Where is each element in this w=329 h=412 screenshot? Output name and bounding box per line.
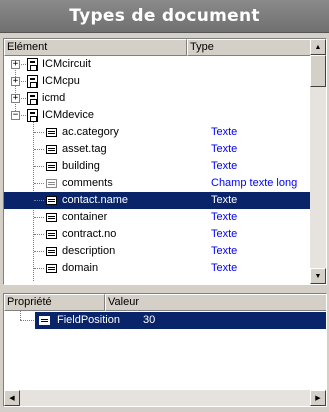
column-header-property[interactable]: Propriété [4,294,105,311]
property-row-selected[interactable]: FieldPosition 30 [35,312,326,329]
tree-connector-line [34,251,44,252]
tree-node-label: icmd [42,92,66,104]
field-type: Champ texte long [211,177,298,189]
field-type: Texte [211,194,238,206]
field-name: contact.name [62,194,129,206]
field-type: Texte [211,228,238,240]
expand-toggle[interactable]: + [11,94,20,103]
document-type-icon [27,75,38,88]
tree-node-label: ICMcpu [42,75,80,87]
field-name: domain [62,262,99,274]
field-type: Texte [211,211,238,223]
tree-node-icmd[interactable]: + icmd [4,90,310,107]
tree-connector-line [34,132,44,133]
property-value: 30 [143,314,156,326]
field-icon [46,128,57,137]
field-icon [46,196,57,205]
scroll-up-button[interactable]: ▲ [310,39,326,55]
tree-vertical-scrollbar[interactable]: ▲ ▼ [310,39,326,284]
tree-connector-line [20,320,34,321]
tree-connector-line [34,268,44,269]
field-name: container [62,211,108,223]
field-type: Texte [211,143,238,155]
document-type-icon [27,92,38,105]
window-title: Types de document [69,6,260,26]
tree-connector-line [21,115,26,116]
field-type: Texte [211,126,238,138]
tree-field-row-selected[interactable]: contact.name Texte [4,192,310,209]
field-name: asset.tag [62,143,107,155]
expand-toggle[interactable]: + [11,60,20,69]
properties-horizontal-scrollbar[interactable]: ◀ ▶ [4,390,326,406]
tree-connector-line [21,98,26,99]
properties-panel[interactable]: Propriété Valeur FieldPosition 30 ◀ ▶ [3,293,327,407]
field-type: Texte [211,262,238,274]
document-type-tree[interactable]: Elément Type + ICMcircuit + ICMcpu + icm… [3,38,327,285]
field-name: ac.category [62,126,119,138]
tree-field-row[interactable]: description Texte [4,243,310,260]
expand-toggle[interactable]: + [11,77,20,86]
tree-field-row[interactable]: domain Texte [4,260,310,277]
tree-field-row[interactable]: container Texte [4,209,310,226]
tree-node-icmdevice[interactable]: − ICMdevice [4,107,310,124]
tree-field-row[interactable]: building Texte [4,158,310,175]
tree-connector-line [20,311,21,320]
field-name: building [62,160,100,172]
document-type-icon [27,58,38,71]
field-name: comments [62,177,113,189]
tree-field-row[interactable]: contract.no Texte [4,226,310,243]
tree-field-row[interactable]: comments Champ texte long [4,175,310,192]
tree-connector-line [34,149,44,150]
tree-connector-line [34,234,44,235]
document-type-icon [27,109,38,122]
field-icon [46,230,57,239]
scroll-down-button[interactable]: ▼ [310,268,326,284]
tree-node-icmcircuit[interactable]: + ICMcircuit [4,56,310,73]
long-text-field-icon [46,179,57,188]
tree-field-row[interactable]: ac.category Texte [4,124,310,141]
tree-node-icmcpu[interactable]: + ICMcpu [4,73,310,90]
field-icon [46,264,57,273]
field-icon [46,213,57,222]
field-icon [46,162,57,171]
field-type: Texte [211,245,238,257]
tree-connector-line [21,64,26,65]
tree-connector-line [21,81,26,82]
column-header-value[interactable]: Valeur [105,294,326,311]
column-header-element[interactable]: Elément [4,39,187,56]
field-name: description [62,245,116,257]
tree-node-label: ICMdevice [42,109,94,121]
tree-connector-line [34,217,44,218]
tree-connector-line [34,183,44,184]
tree-field-row[interactable]: asset.tag Texte [4,141,310,158]
field-icon [46,145,57,154]
tree-node-label: ICMcircuit [42,58,91,70]
field-icon [39,316,50,325]
field-icon [46,247,57,256]
window-title-bar: Types de document [0,0,329,33]
column-header-type[interactable]: Type [187,39,311,56]
scroll-right-button[interactable]: ▶ [310,390,326,406]
scroll-left-button[interactable]: ◀ [4,390,20,406]
collapse-toggle[interactable]: − [11,111,20,120]
scroll-thumb[interactable] [310,55,326,87]
property-name: FieldPosition [57,314,120,326]
field-name: contract.no [62,228,117,240]
tree-connector-line [34,200,44,201]
tree-connector-line [34,166,44,167]
field-type: Texte [211,160,238,172]
